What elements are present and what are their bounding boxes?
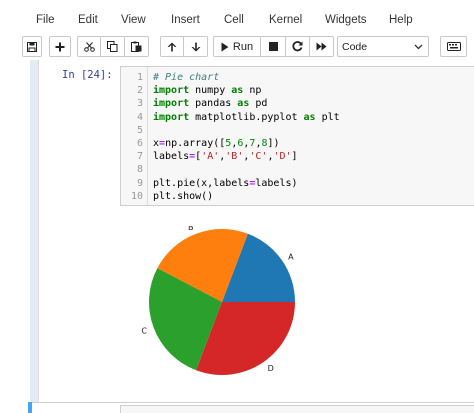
save-icon (27, 41, 37, 52)
arrow-up-icon (167, 42, 177, 51)
line-number: 4 (136, 111, 143, 123)
line-number: 3 (136, 98, 143, 110)
line-number: 6 (136, 138, 143, 149)
code-line: import matplotlib.pyplot as plt (153, 111, 340, 123)
paste-button[interactable] (125, 36, 149, 57)
save-button[interactable] (22, 36, 42, 57)
chevron-down-icon (414, 44, 423, 50)
menu-view[interactable]: View (121, 13, 146, 27)
copy-icon (107, 41, 118, 52)
code-line: plt.pie(x,labels=labels) (153, 177, 298, 189)
restart-button[interactable] (286, 36, 310, 57)
menu-edit[interactable]: Edit (78, 13, 98, 27)
pie-label-d: D (268, 364, 274, 373)
cut-icon (83, 41, 95, 52)
cell-border (38, 60, 39, 413)
command-palette-button[interactable] (440, 36, 467, 57)
selected-cell-bar (30, 60, 38, 413)
menu-kernel[interactable]: Kernel (269, 13, 302, 27)
interrupt-button[interactable] (261, 36, 286, 57)
play-icon (221, 42, 229, 51)
code-editor[interactable]: 1 # Pie chart 2 import numpy as np 3 import p… (120, 66, 474, 206)
run-all-button[interactable] (310, 36, 334, 57)
menu-file[interactable]: File (36, 13, 55, 27)
line-number: 8 (136, 164, 143, 176)
arrow-down-icon (191, 42, 200, 51)
menu-help[interactable]: Help (389, 13, 413, 27)
pie-label-c: C (141, 326, 147, 335)
code-line: labels=['A','B','C','D'] (153, 151, 298, 163)
cell-type-value: Code (342, 40, 368, 53)
pie-chart: A B C D (141, 226, 295, 376)
run-button[interactable]: Run (213, 36, 261, 57)
code-line: import numpy as np (153, 85, 262, 97)
code-line: # Pie chart (153, 72, 220, 83)
paste-icon (131, 41, 142, 52)
code-line: import pandas as pd (153, 98, 268, 110)
code-line: plt.show() (153, 190, 214, 202)
copy-button[interactable] (101, 36, 125, 57)
pie-label-a: A (288, 252, 294, 261)
pie-label-b: B (188, 226, 194, 232)
line-number: 2 (136, 85, 143, 97)
keyboard-icon (446, 42, 461, 51)
line-number: 1 (136, 72, 143, 83)
code-line: x=np.array([5,6,7,8]) (153, 138, 280, 149)
move-up-button[interactable] (160, 36, 184, 57)
stop-icon (268, 42, 278, 51)
plus-icon (55, 42, 65, 51)
next-cell-bar (28, 402, 32, 413)
restart-icon (292, 41, 303, 52)
run-label: Run (232, 40, 254, 53)
menu-insert[interactable]: Insert (171, 13, 200, 27)
line-number: 9 (136, 177, 143, 189)
move-down-button[interactable] (184, 36, 208, 57)
line-number: 5 (136, 124, 143, 136)
insert-cell-button[interactable] (49, 36, 71, 57)
notebook-area: In [24]: 1 # Pie chart 2 import numpy as np… (0, 60, 474, 413)
next-cell-input[interactable] (120, 405, 474, 413)
line-number: 10 (130, 190, 143, 202)
menu-widgets[interactable]: Widgets (325, 13, 367, 27)
input-prompt: In [24]: (62, 69, 113, 81)
toolbar: Run Code (0, 34, 474, 60)
fast-forward-icon (316, 42, 327, 51)
line-number: 7 (136, 151, 143, 163)
cell-type-select[interactable]: Code (337, 36, 429, 57)
menu-cell[interactable]: Cell (224, 13, 244, 27)
menu-bar: File Edit View Insert Cell Kernel Widget… (0, 0, 474, 34)
cut-button[interactable] (77, 36, 101, 57)
